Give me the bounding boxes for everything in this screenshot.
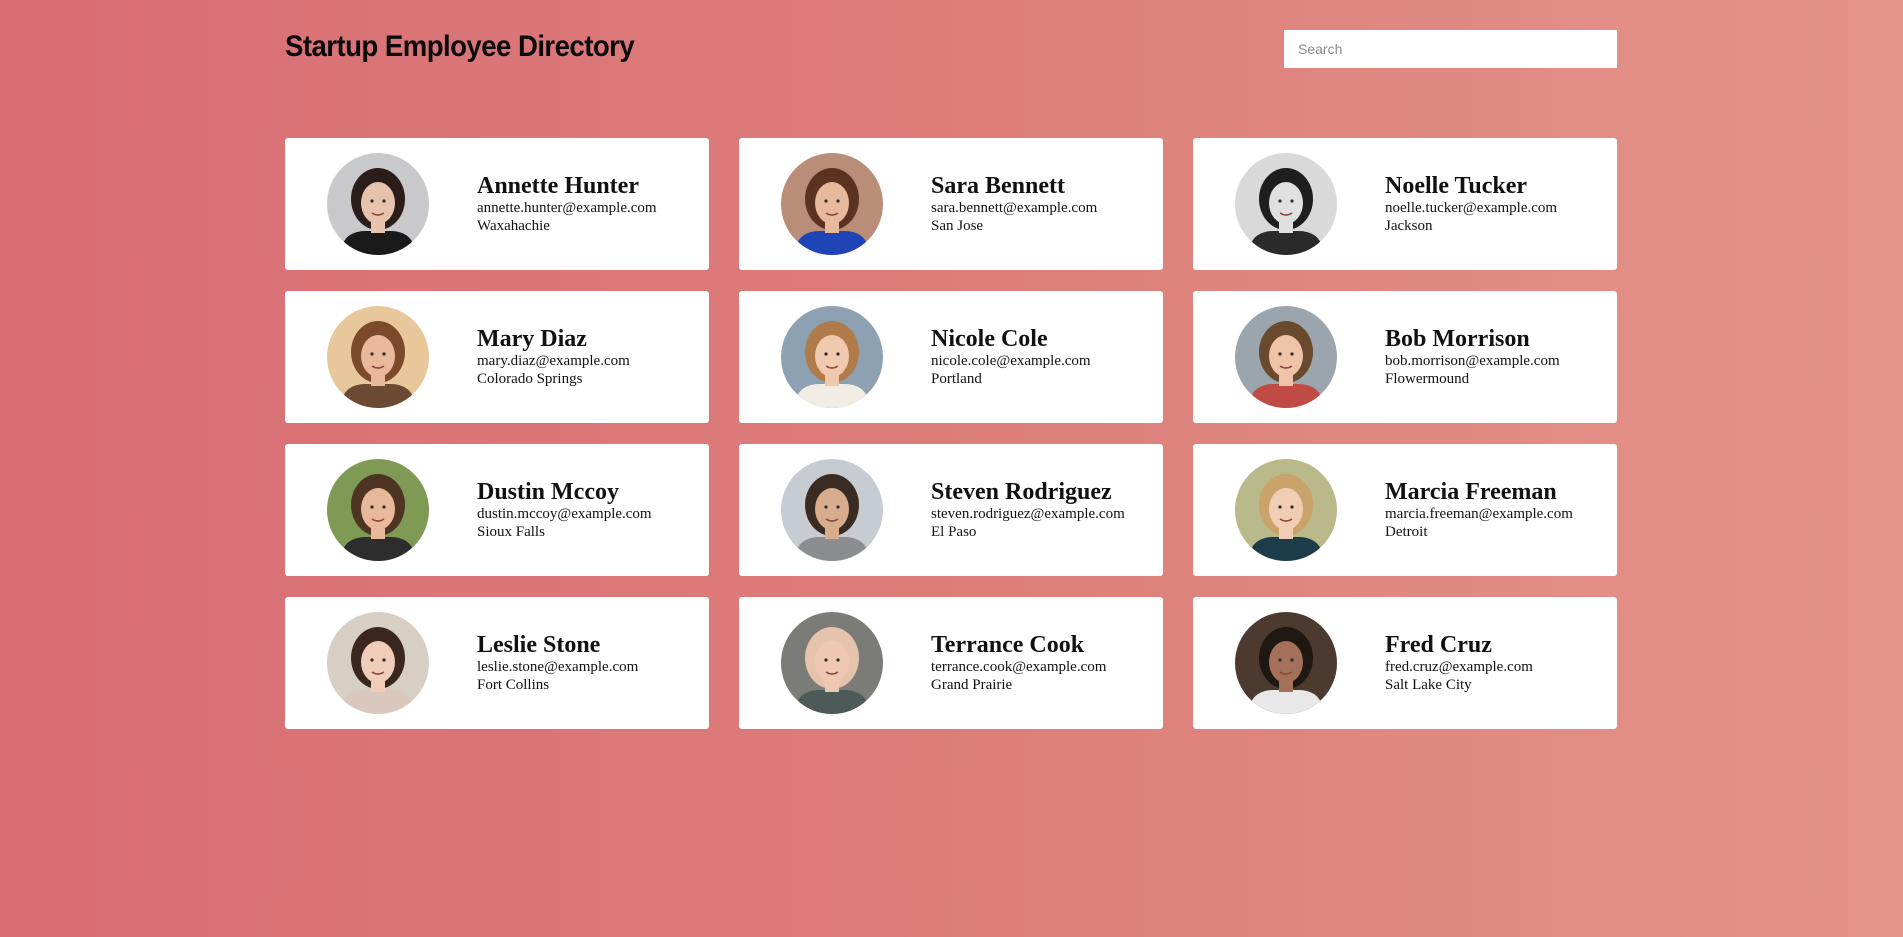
employee-city: Flowermound xyxy=(1385,371,1470,387)
avatar xyxy=(781,306,883,408)
employee-card[interactable]: Marcia Freeman marcia.freeman@example.com… xyxy=(1193,444,1617,576)
avatar xyxy=(1235,612,1337,714)
employee-info: Mary Diaz mary.diaz@example.com Colorado S… xyxy=(477,326,630,388)
employee-name: Bob Morrison xyxy=(1385,326,1530,352)
employee-info: Terrance Cook terrance.cook@example.com Gr… xyxy=(931,632,1106,694)
page-title: Startup Employee Directory xyxy=(285,30,635,63)
avatar xyxy=(327,306,429,408)
employee-city: Grand Prairie xyxy=(931,677,1013,693)
employee-name: Leslie Stone xyxy=(477,632,601,658)
employee-city: Waxahachie xyxy=(477,218,550,234)
avatar xyxy=(1235,459,1337,561)
employee-card[interactable]: Dustin Mccoy dustin.mccoy@example.com Siou… xyxy=(285,444,709,576)
employee-info: Annette Hunter annette.hunter@example.com… xyxy=(477,173,657,235)
search-input[interactable] xyxy=(1284,30,1617,68)
employee-name: Fred Cruz xyxy=(1385,632,1492,658)
employee-name: Steven Rodriguez xyxy=(931,479,1112,505)
employee-city: Detroit xyxy=(1385,524,1428,540)
employee-name: Dustin Mccoy xyxy=(477,479,619,505)
employee-name: Noelle Tucker xyxy=(1385,173,1527,199)
employee-email: bob.morrison@example.com xyxy=(1385,353,1560,369)
employee-card[interactable]: Nicole Cole nicole.cole@example.com Portla… xyxy=(739,291,1163,423)
employee-card[interactable]: Mary Diaz mary.diaz@example.com Colorado S… xyxy=(285,291,709,423)
employee-info: Nicole Cole nicole.cole@example.com Portla… xyxy=(931,326,1091,388)
employee-grid: Annette Hunter annette.hunter@example.com… xyxy=(285,138,1617,729)
employee-info: Fred Cruz fred.cruz@example.com Salt Lake … xyxy=(1385,632,1533,694)
employee-info: Dustin Mccoy dustin.mccoy@example.com Siou… xyxy=(477,479,652,541)
employee-email: noelle.tucker@example.com xyxy=(1385,200,1558,216)
employee-name: Marcia Freeman xyxy=(1385,479,1557,505)
employee-card[interactable]: Fred Cruz fred.cruz@example.com Salt Lake … xyxy=(1193,597,1617,729)
employee-name: Nicole Cole xyxy=(931,326,1048,352)
employee-info: Noelle Tucker noelle.tucker@example.com Ja… xyxy=(1385,173,1557,235)
employee-city: Salt Lake City xyxy=(1385,677,1472,693)
avatar xyxy=(1235,306,1337,408)
avatar xyxy=(1235,153,1337,255)
employee-city: Sioux Falls xyxy=(477,524,545,540)
employee-name: Terrance Cook xyxy=(931,632,1085,658)
employee-email: annette.hunter@example.com xyxy=(477,200,657,216)
employee-info: Steven Rodriguez steven.rodriguez@example… xyxy=(931,479,1125,541)
employee-city: San Jose xyxy=(931,218,984,234)
avatar xyxy=(781,153,883,255)
employee-city: Jackson xyxy=(1385,218,1433,234)
employee-card[interactable]: Leslie Stone leslie.stone@example.com Fort… xyxy=(285,597,709,729)
avatar xyxy=(781,612,883,714)
avatar xyxy=(327,612,429,714)
avatar xyxy=(327,153,429,255)
employee-info: Marcia Freeman marcia.freeman@example.com… xyxy=(1385,479,1573,541)
employee-email: leslie.stone@example.com xyxy=(477,659,639,675)
employee-email: fred.cruz@example.com xyxy=(1385,659,1533,675)
employee-card[interactable]: Steven Rodriguez steven.rodriguez@example… xyxy=(739,444,1163,576)
employee-city: Fort Collins xyxy=(477,677,550,693)
employee-email: steven.rodriguez@example.com xyxy=(931,506,1125,522)
employee-city: El Paso xyxy=(931,524,977,540)
avatar xyxy=(327,459,429,561)
employee-info: Bob Morrison bob.morrison@example.com Flow… xyxy=(1385,326,1560,388)
employee-info: Leslie Stone leslie.stone@example.com Fort… xyxy=(477,632,638,694)
employee-city: Portland xyxy=(931,371,982,387)
employee-card[interactable]: Terrance Cook terrance.cook@example.com Gr… xyxy=(739,597,1163,729)
employee-email: terrance.cook@example.com xyxy=(931,659,1107,675)
employee-card[interactable]: Sara Bennett sara.bennett@example.com San … xyxy=(739,138,1163,270)
employee-card[interactable]: Bob Morrison bob.morrison@example.com Flow… xyxy=(1193,291,1617,423)
employee-name: Annette Hunter xyxy=(477,173,639,199)
employee-email: marcia.freeman@example.com xyxy=(1385,506,1573,522)
employee-name: Mary Diaz xyxy=(477,326,587,352)
employee-card[interactable]: Noelle Tucker noelle.tucker@example.com Ja… xyxy=(1193,138,1617,270)
employee-email: mary.diaz@example.com xyxy=(477,353,630,369)
employee-card[interactable]: Annette Hunter annette.hunter@example.com… xyxy=(285,138,709,270)
avatar xyxy=(781,459,883,561)
employee-email: sara.bennett@example.com xyxy=(931,200,1098,216)
employee-email: dustin.mccoy@example.com xyxy=(477,506,652,522)
employee-email: nicole.cole@example.com xyxy=(931,353,1091,369)
employee-name: Sara Bennett xyxy=(931,173,1065,199)
employee-info: Sara Bennett sara.bennett@example.com San … xyxy=(931,173,1097,235)
employee-city: Colorado Springs xyxy=(477,371,583,387)
